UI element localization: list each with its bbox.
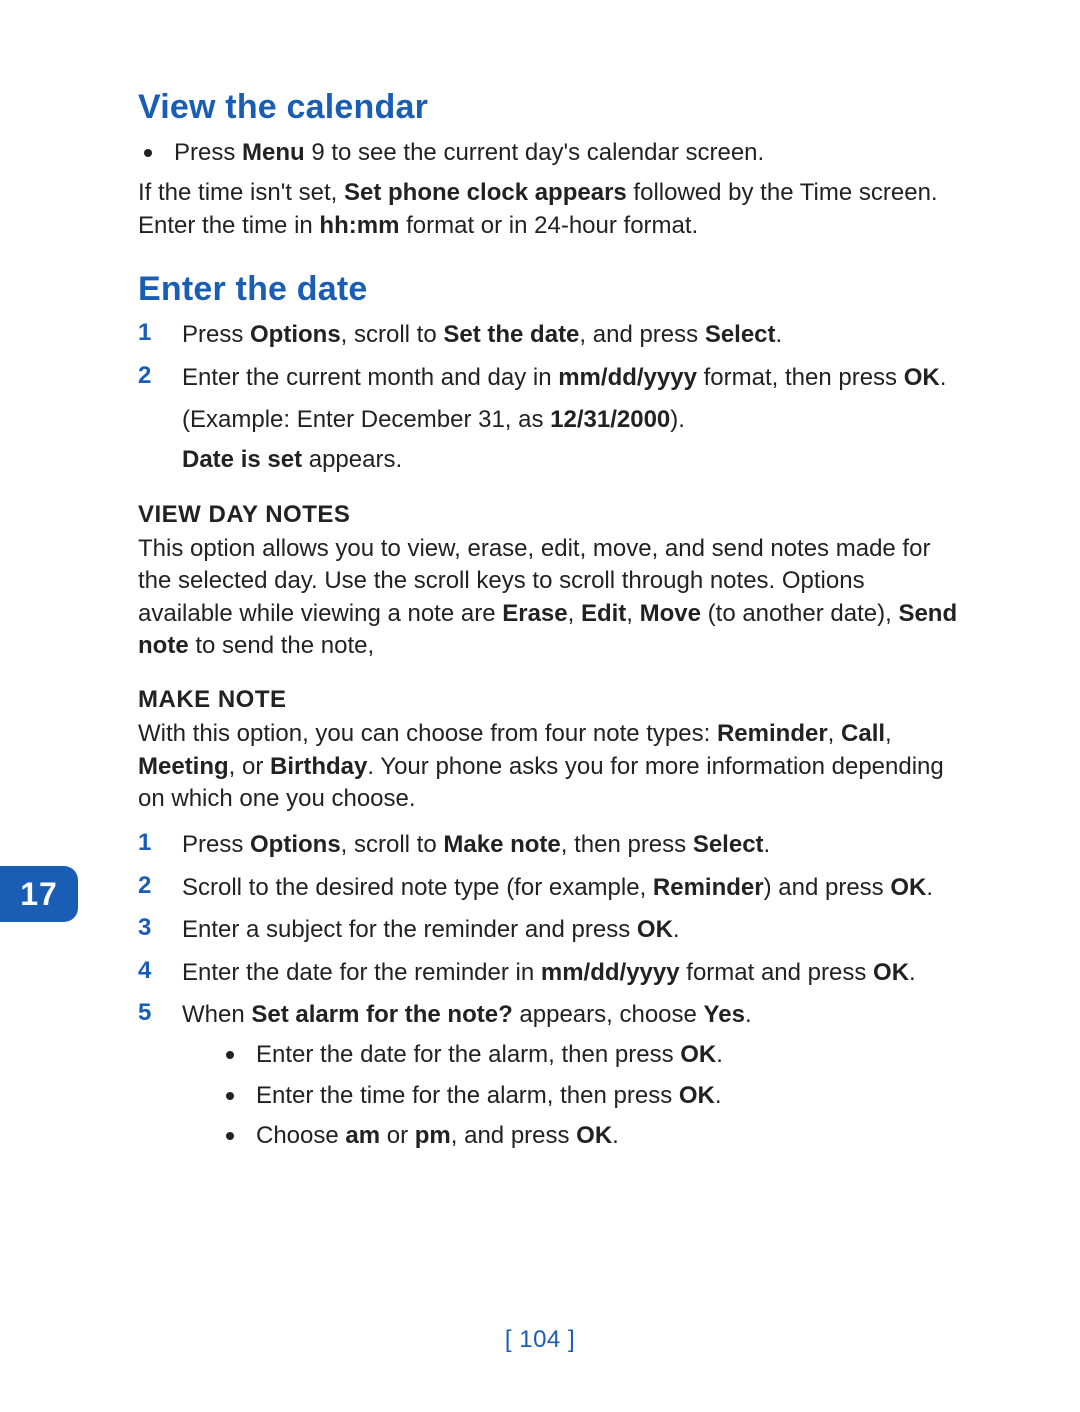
step-text: Scroll to the desired note type (for exa… xyxy=(182,872,960,904)
paragraph: With this option, you can choose from fo… xyxy=(138,718,960,815)
step-item: 5 When Set alarm for the note? appears, … xyxy=(138,999,960,1161)
paragraph: This option allows you to view, erase, e… xyxy=(138,533,960,663)
step-text: Enter the date for the reminder in mm/dd… xyxy=(182,957,960,989)
step-text: Enter a subject for the reminder and pre… xyxy=(182,914,960,946)
chapter-number: 17 xyxy=(20,876,58,913)
chapter-tab: 17 xyxy=(0,866,78,922)
bullet-text: Enter the date for the alarm, then press… xyxy=(256,1039,723,1071)
paragraph: If the time isn't set, Set phone clock a… xyxy=(138,177,960,242)
subhead-make-note: MAKE NOTE xyxy=(138,686,960,714)
page-number: [ 104 ] xyxy=(0,1326,1080,1354)
step-item: 4 Enter the date for the reminder in mm/… xyxy=(138,957,960,989)
step-number: 2 xyxy=(138,872,158,904)
step-number: 4 xyxy=(138,957,158,989)
bullet-icon xyxy=(226,1132,234,1140)
heading-enter-date: Enter the date xyxy=(138,270,960,309)
step-number: 3 xyxy=(138,914,158,946)
manual-page: 17 View the calendar Press Menu 9 to see… xyxy=(0,0,1080,1412)
step-item: 2 Enter the current month and day in mm/… xyxy=(138,362,960,394)
sub-bullet-list: Enter the date for the alarm, then press… xyxy=(226,1039,960,1152)
bullet-text: Press Menu 9 to see the current day's ca… xyxy=(174,137,960,169)
bullet-item: Enter the time for the alarm, then press… xyxy=(226,1080,960,1112)
step-number: 2 xyxy=(138,362,158,394)
step-item: 1 Press Options, scroll to Make note, th… xyxy=(138,829,960,861)
example-text: (Example: Enter December 31, as 12/31/20… xyxy=(182,404,960,436)
step-text: When Set alarm for the note? appears, ch… xyxy=(182,999,960,1161)
bullet-item: Choose am or pm, and press OK. xyxy=(226,1120,960,1152)
bullet-item: Press Menu 9 to see the current day's ca… xyxy=(144,137,960,169)
subhead-view-day-notes: VIEW DAY NOTES xyxy=(138,501,960,529)
step-number: 5 xyxy=(138,999,158,1161)
bullet-icon xyxy=(226,1051,234,1059)
step-text: Enter the current month and day in mm/dd… xyxy=(182,362,960,394)
bullet-icon xyxy=(144,149,152,157)
step-number: 1 xyxy=(138,319,158,351)
step-item: 1 Press Options, scroll to Set the date,… xyxy=(138,319,960,351)
bullet-text: Enter the time for the alarm, then press… xyxy=(256,1080,722,1112)
bullet-item: Enter the date for the alarm, then press… xyxy=(226,1039,960,1071)
result-text: Date is set appears. xyxy=(182,444,960,476)
heading-view-calendar: View the calendar xyxy=(138,88,960,127)
step-item: 3 Enter a subject for the reminder and p… xyxy=(138,914,960,946)
step-text: Press Options, scroll to Set the date, a… xyxy=(182,319,960,351)
bullet-text: Choose am or pm, and press OK. xyxy=(256,1120,619,1152)
bullet-icon xyxy=(226,1092,234,1100)
step-number: 1 xyxy=(138,829,158,861)
step-item: 2 Scroll to the desired note type (for e… xyxy=(138,872,960,904)
step-text: Press Options, scroll to Make note, then… xyxy=(182,829,960,861)
